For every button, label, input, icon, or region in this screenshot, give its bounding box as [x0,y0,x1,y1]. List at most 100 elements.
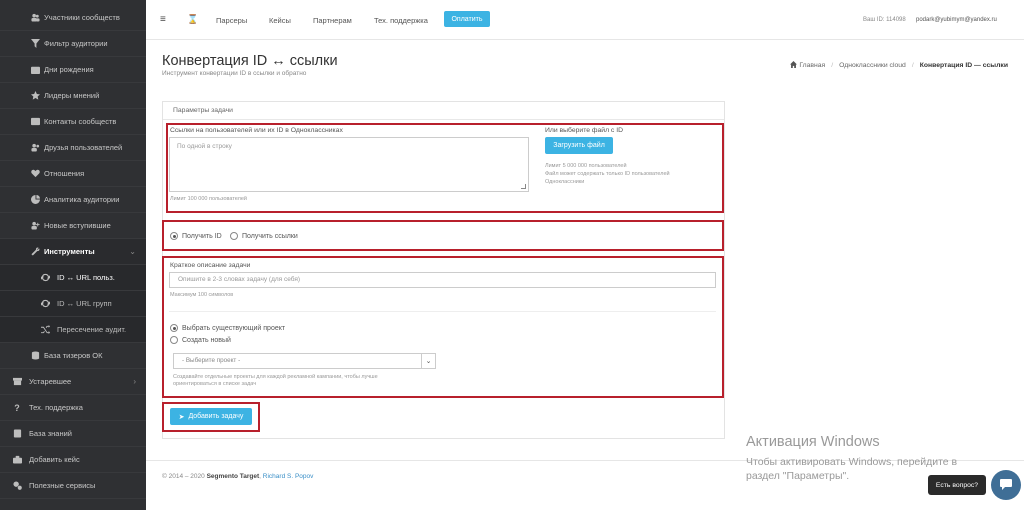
sidebar-item-label: Участники сообществ [44,13,120,22]
footer-author-link[interactable]: Richard S. Popov [263,473,314,480]
sidebar-item-label: Тех. поддержка [29,403,83,412]
breadcrumb-separator: / [831,61,834,69]
breadcrumb-separator: / [911,61,914,69]
sidebar-item-label: База знаний [29,429,72,438]
pay-button[interactable]: Оплатить [444,11,490,27]
sidebar-item-label: Лидеры мнений [44,91,100,100]
sidebar-item-user-friends[interactable]: Друзья пользователей [0,135,146,161]
question-icon: ? [14,402,20,413]
chat-button[interactable] [991,470,1021,500]
sidebar-item-label: Новые вступившие [44,221,111,230]
sidebar-subitem-audience-intersection[interactable]: Пересечение аудит. [0,317,146,343]
sidebar-item-opinion-leaders[interactable]: Лидеры мнений [0,83,146,109]
links-textarea[interactable]: По одной в строку [169,137,529,192]
sidebar-subitem-id-url-groups[interactable]: ID ↔ URL групп [0,291,146,317]
user-id: Ваш ID: 114098 [863,17,906,23]
breadcrumb-current: Конвертация ID — ссылки [919,61,1008,69]
sidebar-item-useful-services[interactable]: Полезные сервисы [0,473,146,499]
sidebar-subitem-id-url-users[interactable]: ID ↔ URL польз. [0,265,146,291]
links-placeholder: По одной в строку [177,143,232,150]
gears-icon [12,481,22,491]
sidebar-item-birthdays[interactable]: Дни рождения [0,57,146,83]
users-icon [30,13,40,23]
breadcrumb: Главная / Одноклассники cloud / Конверта… [790,61,1008,69]
sidebar-item-label: Отношения [44,169,85,178]
sidebar-item-community-members[interactable]: Участники сообществ [0,5,146,31]
radio-existing-project[interactable]: Выбрать существующий проект [170,324,285,332]
breadcrumb-home[interactable]: Главная [790,61,825,69]
sidebar-item-community-contacts[interactable]: Контакты сообществ [0,109,146,135]
friends-icon [30,143,40,153]
chevron-down-icon: ⌄ [129,247,136,256]
sidebar-item-label: ID ↔ URL групп [57,299,112,308]
menu-icon[interactable]: ≡ [160,14,166,25]
description-max-hint: Максимум 100 символов [170,292,234,298]
project-select-value: - Выберите проект - [182,357,241,364]
nav-link-parsers[interactable]: Парсеры [216,16,247,25]
sidebar-item-new-members[interactable]: Новые вступившие [0,213,146,239]
star-icon [30,91,40,101]
page-title: Конвертация ID ↔ ссылки [162,53,338,69]
wrench-icon [30,247,40,257]
filter-icon [30,39,40,49]
description-input[interactable]: Опишите в 2-3 словах задачу (для себя) [169,272,716,288]
file-hint-limit: Лимит 5 000 000 пользователей [545,163,627,169]
refresh-icon [40,273,50,283]
radio-new-project[interactable]: Создать новый [170,336,231,344]
sidebar-item-label: ID ↔ URL польз. [57,273,115,282]
project-hint-2: ориентироваться в списке задач [173,381,257,387]
file-hint-format: Файл может содержать только ID пользоват… [545,171,670,177]
links-limit-hint: Лимит 100 000 пользователей [170,196,247,202]
radio-indicator [170,336,178,344]
sidebar-item-label: Инструменты [44,247,95,256]
resize-handle[interactable] [521,184,526,189]
sidebar-item-tools[interactable]: Инструменты ⌄ [0,239,146,265]
heart-icon [30,169,40,179]
sidebar-item-label: Контакты сообществ [44,117,117,126]
nav-link-partners[interactable]: Партнерам [313,16,352,25]
chevron-right-icon: › [133,377,136,386]
footer: © 2014 – 2020 Segmento Target, Richard S… [162,473,314,480]
footer-brand: Segmento Target [206,473,260,480]
radio-get-id[interactable]: Получить ID [170,232,222,240]
page-subtitle: Инструмент конвертации ID в ссылки и обр… [162,70,307,77]
sidebar-item-knowledge-base[interactable]: База знаний [0,421,146,447]
breadcrumb-section[interactable]: Одноклассники cloud [839,62,906,69]
sidebar-item-outdated[interactable]: Устаревшее › [0,369,146,395]
divider [169,311,716,312]
links-label: Ссылки на пользователей или их ID в Одно… [170,127,343,134]
project-select[interactable]: - Выберите проект - ⌄ [173,353,436,369]
sidebar-item-teaser-database[interactable]: База тизеров ОК [0,343,146,369]
contacts-icon [30,117,40,127]
file-label: Или выберите файл с ID [545,127,624,134]
pie-chart-icon [30,195,40,205]
hourglass-icon[interactable]: ⌛ [187,14,198,25]
upload-file-button[interactable]: Загрузить файл [545,137,613,154]
sidebar-item-label: Полезные сервисы [29,481,96,490]
radio-indicator [230,232,238,240]
sidebar-item-audience-analytics[interactable]: Аналитика аудитории [0,187,146,213]
radio-indicator [170,324,178,332]
nav-link-cases[interactable]: Кейсы [269,16,291,25]
main-content: Конвертация ID ↔ ссылки Инструмент конве… [146,41,1024,510]
calendar-icon [30,65,40,75]
sidebar-item-relationships[interactable]: Отношения [0,161,146,187]
chat-tooltip[interactable]: Есть вопрос? [928,475,986,495]
sidebar-item-label: Пересечение аудит. [57,325,127,334]
windows-activation-title: Активация Windows [746,434,880,450]
sidebar-item-label: Устаревшее [29,377,72,386]
book-icon [12,429,22,439]
radio-get-links[interactable]: Получить ссылки [230,232,298,240]
briefcase-icon [12,455,22,465]
add-task-button[interactable]: ➤ Добавить задачу [170,408,252,425]
sidebar-item-label: Фильтр аудитории [44,39,108,48]
sidebar-item-label: Друзья пользователей [44,143,123,152]
sidebar-item-add-case[interactable]: Добавить кейс [0,447,146,473]
user-email[interactable]: podark@yubimym@yandex.ru [916,17,997,23]
nav-link-support[interactable]: Тех. поддержка [374,16,428,25]
user-plus-icon [30,221,40,231]
sidebar: Участники сообществ Фильтр аудитории Дни… [0,0,146,510]
description-placeholder: Опишите в 2-3 словах задачу (для себя) [178,276,301,283]
sidebar-item-audience-filter[interactable]: Фильтр аудитории [0,31,146,57]
sidebar-item-support[interactable]: ? Тех. поддержка [0,395,146,421]
